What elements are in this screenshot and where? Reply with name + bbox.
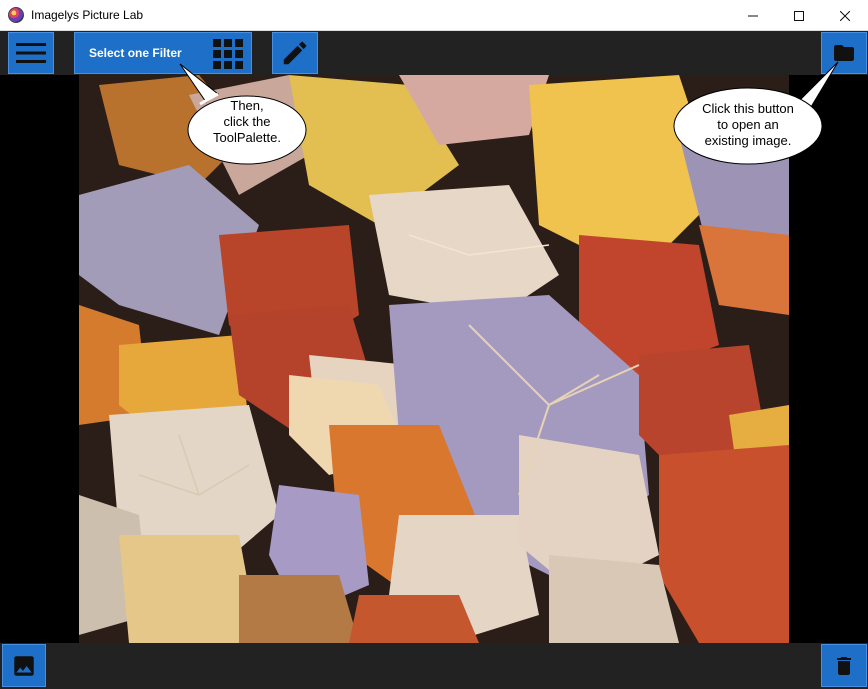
app-logo-icon bbox=[8, 7, 24, 23]
callout-line: Click this button bbox=[702, 101, 794, 116]
minimize-button[interactable] bbox=[730, 0, 776, 31]
filter-button-label: Select one Filter bbox=[89, 46, 182, 60]
close-icon bbox=[840, 10, 850, 21]
callout-line: ToolPalette. bbox=[213, 130, 281, 145]
close-button[interactable] bbox=[822, 0, 868, 31]
hamburger-icon bbox=[16, 43, 46, 63]
callout-line: click the bbox=[223, 114, 271, 129]
title-bar: Imagelys Picture Lab bbox=[0, 0, 868, 31]
image-button[interactable] bbox=[2, 644, 46, 687]
menu-button[interactable] bbox=[8, 32, 54, 74]
image-icon bbox=[14, 655, 34, 676]
delete-button[interactable] bbox=[821, 644, 867, 687]
window-title: Imagelys Picture Lab bbox=[31, 8, 144, 22]
callout-line: Then, bbox=[230, 98, 264, 113]
callout-line: to open an bbox=[717, 117, 779, 132]
open-image-callout-text: Click this button to open an existing im… bbox=[680, 101, 816, 149]
trash-icon bbox=[837, 656, 851, 675]
minimize-icon bbox=[748, 15, 758, 16]
maximize-icon bbox=[794, 10, 804, 21]
bottom-toolbar bbox=[0, 643, 868, 689]
toolpalette-callout-text: Then, click the ToolPalette. bbox=[190, 98, 304, 146]
callout-line: existing image. bbox=[704, 133, 792, 148]
maximize-button[interactable] bbox=[776, 0, 822, 31]
